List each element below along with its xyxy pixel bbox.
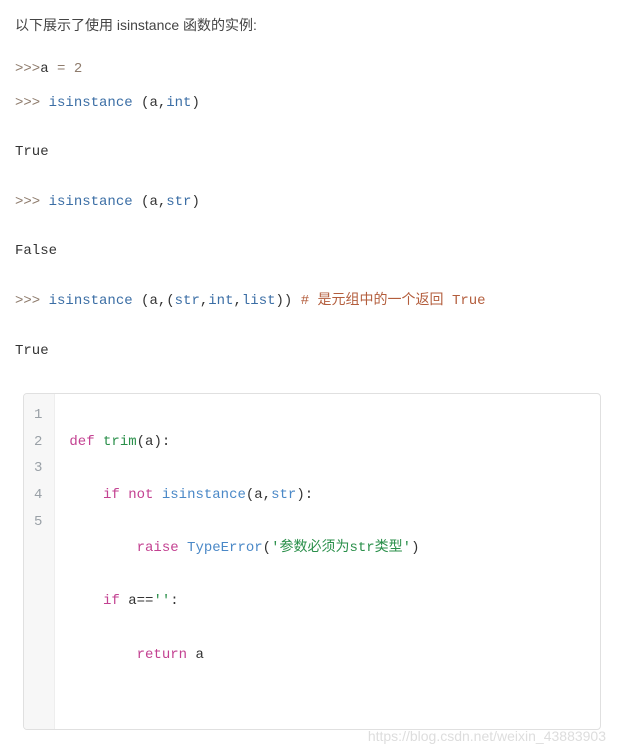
- comma: ,: [158, 95, 166, 111]
- repl-line-4: >>> isinstance (a,(str,int,list)) # 是元组中…: [15, 285, 609, 319]
- lineno: 2: [34, 429, 42, 456]
- paren: )): [276, 293, 293, 309]
- repl-output-4: True: [15, 335, 609, 369]
- paren: (: [133, 194, 150, 210]
- prompt: >>>: [15, 95, 49, 111]
- lineno: 1: [34, 402, 42, 429]
- repl-block: >>>a = 2 >>> isinstance (a,int) True >>>…: [15, 53, 609, 368]
- ident: a: [149, 293, 157, 309]
- func: isinstance: [49, 95, 133, 111]
- prompt: >>>: [15, 194, 49, 210]
- repl-output-3: False: [15, 235, 609, 269]
- watermark: https://blog.csdn.net/weixin_43883903: [368, 728, 606, 744]
- prompt: >>>: [15, 293, 49, 309]
- type: str: [166, 194, 191, 210]
- repl-output-2: True: [15, 136, 609, 170]
- paren: ): [191, 194, 199, 210]
- comma: ,: [234, 293, 242, 309]
- type: int: [208, 293, 233, 309]
- paren: ): [191, 95, 199, 111]
- prompt: >>>: [15, 61, 40, 77]
- code-line-5: return a: [69, 642, 586, 669]
- paren: (: [133, 95, 150, 111]
- type: int: [166, 95, 191, 111]
- paren: (: [133, 293, 150, 309]
- code-line-3: raise TypeError('参数必须为str类型'): [69, 535, 586, 562]
- number: 2: [74, 61, 82, 77]
- lineno: 3: [34, 455, 42, 482]
- ident: a: [40, 61, 48, 77]
- lineno: 5: [34, 509, 42, 536]
- code-body: def trim(a): if not isinstance(a,str): r…: [55, 394, 600, 729]
- func: isinstance: [49, 194, 133, 210]
- code-line-1: def trim(a):: [69, 429, 586, 456]
- code-block: 1 2 3 4 5 def trim(a): if not isinstance…: [23, 393, 601, 730]
- lineno: 4: [34, 482, 42, 509]
- op: =: [49, 61, 74, 77]
- comma: ,: [158, 194, 166, 210]
- repl-line-3: >>> isinstance (a,str): [15, 186, 609, 220]
- type: str: [175, 293, 200, 309]
- comment: # 是元组中的一个返回 True: [301, 293, 486, 309]
- func: isinstance: [49, 293, 133, 309]
- repl-line-2: >>> isinstance (a,int): [15, 87, 609, 121]
- code-line-2: if not isinstance(a,str):: [69, 482, 586, 509]
- paren: ,(: [158, 293, 175, 309]
- type: list: [242, 293, 276, 309]
- intro-text: 以下展示了使用 isinstance 函数的实例:: [15, 15, 609, 35]
- ident: a: [149, 194, 157, 210]
- repl-line-1: >>>a = 2: [15, 53, 609, 87]
- ident: a: [149, 95, 157, 111]
- line-gutter: 1 2 3 4 5: [24, 394, 55, 729]
- code-line-4: if a=='':: [69, 588, 586, 615]
